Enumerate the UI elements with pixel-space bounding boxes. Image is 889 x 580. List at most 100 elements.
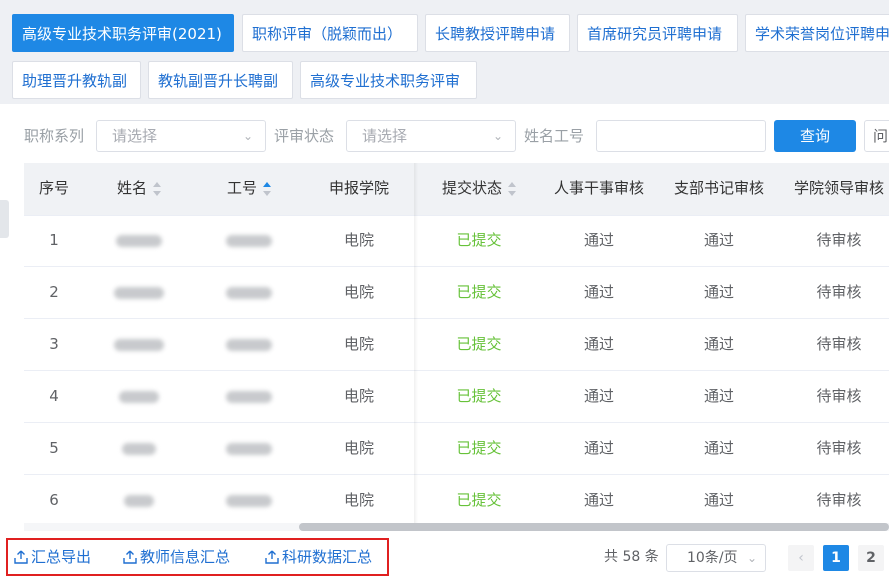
table-row[interactable]: 6 电院 已提交 通过 通过 待审核 (24, 475, 889, 525)
col-submit-status[interactable]: 提交状态 (414, 163, 544, 215)
page-size-select[interactable]: 10条/页 ⌄ (666, 544, 766, 572)
row-index: 6 (49, 491, 59, 509)
staff-id-cell-redacted (194, 319, 304, 370)
export-summary-button[interactable]: 汇总导出 (14, 540, 91, 574)
scrollbar-thumb[interactable] (299, 523, 889, 531)
leader-review-cell: 待审核 (816, 231, 862, 249)
teacher-info-summary-button[interactable]: 教师信息汇总 (123, 540, 230, 574)
chevron-down-icon: ⌄ (746, 551, 757, 565)
page-2-button[interactable]: 2 (858, 545, 884, 571)
submit-status-cell: 已提交 (456, 387, 502, 405)
tab-chief-researcher[interactable]: 首席研究员评聘申请 (577, 14, 738, 52)
tab-associate-tenure[interactable]: 教轨副晋升长聘副 (148, 61, 293, 99)
table-row[interactable]: 2 电院 已提交 通过 通过 待审核 (24, 267, 889, 319)
sidebar-collapse-handle[interactable] (0, 200, 9, 238)
submit-status-cell: 已提交 (456, 283, 502, 301)
table-header: 序号 姓名 工号 申报学院 提交状态 人事干事审核 支部书记审核 学院领导审核 (24, 163, 889, 216)
col-leader-review: 学院领导审核 (793, 179, 884, 197)
name-id-label: 姓名工号 (524, 127, 585, 145)
partial-button[interactable]: 问 (864, 120, 889, 152)
export-summary-label: 汇总导出 (31, 548, 92, 566)
submit-status-cell: 已提交 (456, 231, 502, 249)
col-branch-review: 支部书记审核 (673, 179, 764, 197)
name-cell-redacted (84, 215, 194, 266)
staff-id-cell-redacted (194, 423, 304, 474)
col-staff-id[interactable]: 工号 (194, 163, 304, 215)
name-cell-redacted (84, 371, 194, 422)
tab-tenured-professor[interactable]: 长聘教授评聘申请 (425, 14, 570, 52)
college-cell: 电院 (343, 335, 374, 353)
submit-status-cell: 已提交 (456, 491, 502, 509)
row-index: 5 (49, 439, 59, 457)
branch-review-cell: 通过 (703, 439, 734, 457)
staff-id-cell-redacted (194, 267, 304, 318)
college-cell: 电院 (343, 387, 374, 405)
sort-icon[interactable] (153, 181, 161, 196)
table-row[interactable]: 1 电院 已提交 通过 通过 待审核 (24, 215, 889, 267)
title-series-select[interactable]: 请选择 ⌄ (96, 120, 266, 152)
sort-icon[interactable] (263, 181, 271, 196)
leader-review-cell: 待审核 (816, 387, 862, 405)
tab-bar: 高级专业技术职务评审(2021) 职称评审（脱颖而出） 长聘教授评聘申请 首席研… (0, 0, 889, 104)
review-status-placeholder: 请选择 (362, 127, 408, 145)
table-row[interactable]: 3 电院 已提交 通过 通过 待审核 (24, 319, 889, 371)
table-row[interactable]: 4 电院 已提交 通过 通过 待审核 (24, 371, 889, 423)
teacher-info-summary-label: 教师信息汇总 (140, 548, 231, 566)
staff-id-cell-redacted (194, 371, 304, 422)
upload-icon (265, 550, 279, 564)
name-cell-redacted (84, 319, 194, 370)
total-count: 共 58 条 (604, 549, 659, 565)
tab-senior-review-2021[interactable]: 高级专业技术职务评审(2021) (12, 14, 234, 52)
page-size-value: 10条/页 (687, 550, 738, 566)
branch-review-cell: 通过 (703, 231, 734, 249)
row-index: 3 (49, 335, 59, 353)
row-index: 1 (49, 231, 59, 249)
tab-assistant-promotion[interactable]: 助理晋升教轨副 (12, 61, 141, 99)
submit-status-cell: 已提交 (456, 335, 502, 353)
table-row[interactable]: 5 电院 已提交 通过 通过 待审核 (24, 423, 889, 475)
college-cell: 电院 (343, 231, 374, 249)
tab-academic-honor[interactable]: 学术荣誉岗位评聘申 (745, 14, 889, 52)
branch-review-cell: 通过 (703, 387, 734, 405)
leader-review-cell: 待审核 (816, 491, 862, 509)
col-name[interactable]: 姓名 (84, 163, 194, 215)
leader-review-cell: 待审核 (816, 335, 862, 353)
chevron-left-icon: ‹ (798, 550, 804, 566)
hr-review-cell: 通过 (583, 283, 614, 301)
query-button[interactable]: 查询 (774, 120, 856, 152)
hr-review-cell: 通过 (583, 335, 614, 353)
sort-icon[interactable] (508, 181, 516, 196)
hr-review-cell: 通过 (583, 491, 614, 509)
branch-review-cell: 通过 (703, 283, 734, 301)
research-data-summary-label: 科研数据汇总 (282, 548, 373, 566)
title-series-label: 职称系列 (24, 127, 85, 145)
college-cell: 电院 (343, 283, 374, 301)
hr-review-cell: 通过 (583, 231, 614, 249)
leader-review-cell: 待审核 (816, 439, 862, 457)
tab-title-review-outstanding[interactable]: 职称评审（脱颖而出） (242, 14, 418, 52)
col-index: 序号 (38, 179, 69, 197)
chevron-down-icon: ⌄ (492, 129, 503, 143)
page-1-button[interactable]: 1 (823, 545, 849, 571)
prev-page-button[interactable]: ‹ (788, 545, 814, 571)
branch-review-cell: 通过 (703, 491, 734, 509)
horizontal-scrollbar[interactable] (24, 523, 889, 531)
review-status-label: 评审状态 (274, 127, 335, 145)
hr-review-cell: 通过 (583, 387, 614, 405)
review-table: 序号 姓名 工号 申报学院 提交状态 人事干事审核 支部书记审核 学院领导审核 … (24, 163, 889, 525)
name-cell-redacted (84, 423, 194, 474)
name-id-input[interactable] (596, 120, 766, 152)
college-cell: 电院 (343, 439, 374, 457)
staff-id-cell-redacted (194, 475, 304, 525)
upload-icon (123, 550, 137, 564)
name-cell-redacted (84, 267, 194, 318)
staff-id-cell-redacted (194, 215, 304, 266)
name-cell-redacted (84, 475, 194, 525)
branch-review-cell: 通过 (703, 335, 734, 353)
review-status-select[interactable]: 请选择 ⌄ (346, 120, 516, 152)
research-data-summary-button[interactable]: 科研数据汇总 (265, 540, 372, 574)
tab-senior-review[interactable]: 高级专业技术职务评审 (300, 61, 477, 99)
leader-review-cell: 待审核 (816, 283, 862, 301)
college-cell: 电院 (343, 491, 374, 509)
col-college: 申报学院 (328, 179, 389, 197)
